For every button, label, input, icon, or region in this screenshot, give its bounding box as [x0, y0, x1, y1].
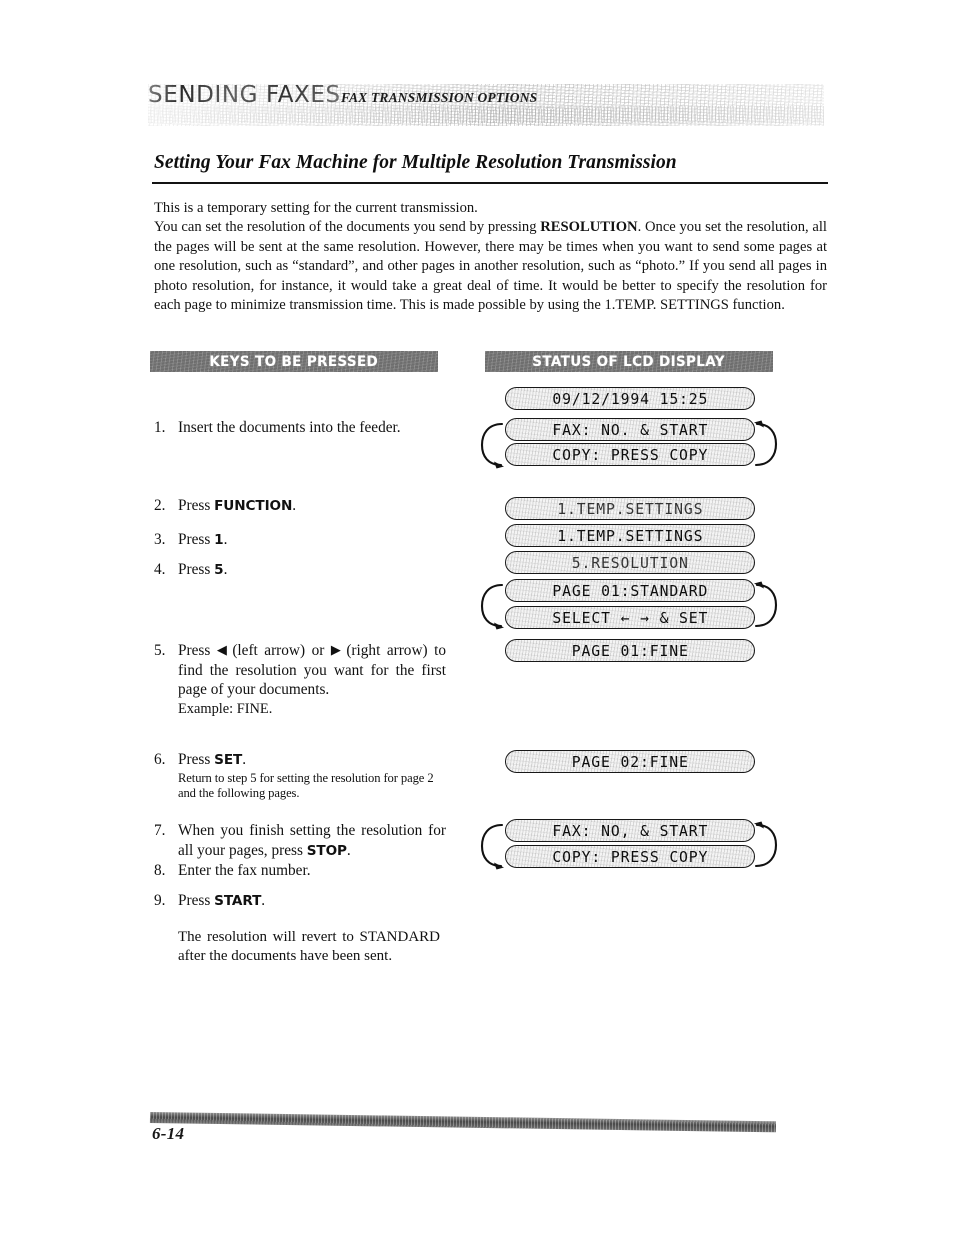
step-2-text: Press FUNCTION.: [178, 496, 446, 517]
header-title: SENDING FAXES: [148, 82, 341, 108]
intro-body: You can set the resolution of the docume…: [154, 218, 827, 315]
lcd-temp-settings-2: 1.TEMP.SETTINGS: [505, 524, 755, 547]
intro-line-1: This is a temporary setting for the curr…: [154, 200, 478, 216]
lcd-datetime-text: 09/12/1994 15:25: [552, 389, 708, 408]
closing-note: The resolution will revert to STANDARD a…: [178, 929, 440, 965]
step-5-seg-2: (left arrow) or: [225, 642, 331, 659]
resolution-key-name: RESOLUTION: [540, 219, 638, 236]
step-7-number: 7.: [154, 822, 166, 839]
lcd-resolution-menu-text: 5.RESOLUTION: [571, 553, 689, 572]
step-4-text: Press 5.: [178, 560, 446, 581]
step-5-example: Example: FINE.: [178, 700, 273, 717]
step-2-suffix: .: [292, 497, 297, 514]
lcd-fax-prompt-1-text: FAX: NO. & START: [552, 420, 708, 439]
step-7: 7. When you finish setting the resolutio…: [154, 821, 446, 861]
step-2-number: 2.: [154, 497, 166, 514]
key-5-label: 5: [214, 562, 224, 578]
step-9: 9. Press START.: [154, 891, 446, 912]
step-6-note: Return to step 5 for setting the resolut…: [178, 770, 434, 800]
function-key-label: FUNCTION: [214, 498, 293, 514]
lcd-column-header: STATUS OF LCD DISPLAY: [485, 351, 773, 372]
intro-body-pre: You can set the resolution of the docume…: [154, 219, 541, 236]
step-9-suffix: .: [261, 892, 266, 909]
lcd-page01-standard: PAGE 01:STANDARD: [505, 579, 755, 602]
step-6-text: Press SET.: [178, 750, 446, 771]
lcd-datetime: 09/12/1994 15:25: [505, 387, 755, 410]
step-9-number: 9.: [154, 892, 166, 909]
header-subtitle: FAX TRANSMISSION OPTIONS: [341, 90, 538, 105]
heading-divider: [152, 182, 828, 184]
intro-paragraph: This is a temporary setting for the curr…: [154, 199, 827, 315]
cycle-arrow-right-1: [752, 417, 782, 473]
lcd-copy-prompt-2-text: COPY: PRESS COPY: [552, 847, 708, 866]
step-3: 3. Press 1.: [154, 530, 446, 551]
step-1-text: Insert the documents into the feeder.: [178, 419, 401, 436]
page-title: Setting Your Fax Machine for Multiple Re…: [154, 152, 677, 173]
lcd-fax-prompt-2: FAX: NO, & START: [505, 819, 755, 842]
step-6: 6. Press SET. Return to step 5 for setti…: [154, 750, 446, 801]
cycle-arrow-left-3: [477, 818, 507, 874]
cycle-arrow-right-2: [752, 578, 782, 634]
key-1-label: 1: [214, 532, 224, 548]
step-8: 8. Enter the fax number.: [154, 861, 446, 881]
lcd-page01-fine-text: PAGE 01:FINE: [571, 641, 689, 660]
footer-divider: [149, 1112, 777, 1133]
lcd-copy-prompt-1: COPY: PRESS COPY: [505, 443, 755, 466]
lcd-copy-prompt-1-text: COPY: PRESS COPY: [552, 445, 708, 464]
lcd-page01-standard-text: PAGE 01:STANDARD: [552, 581, 708, 600]
lcd-copy-prompt-2: COPY: PRESS COPY: [505, 845, 755, 868]
step-6-number: 6.: [154, 751, 166, 768]
step-6-suffix: .: [242, 751, 247, 768]
step-9-text: Press START.: [178, 891, 446, 912]
step-3-suffix: .: [223, 531, 228, 548]
lcd-resolution-menu: 5.RESOLUTION: [505, 551, 755, 574]
step-5: 5. Press ◀ (left arrow) or ▶ (right arro…: [154, 641, 446, 719]
step-3-prefix: Press: [178, 531, 215, 548]
step-4-suffix: .: [223, 561, 228, 578]
step-8-text: Enter the fax number.: [178, 862, 311, 879]
stop-key-label: STOP: [306, 842, 347, 859]
set-key-label: SET: [214, 752, 243, 768]
start-key-label: START: [214, 893, 262, 909]
lcd-select-set: SELECT ← → & SET: [505, 606, 755, 629]
step-4-prefix: Press: [178, 561, 215, 578]
step-1: 1. Insert the documents into the feeder.: [154, 418, 446, 438]
step-5-seg-1: Press: [178, 642, 217, 659]
manual-page: SENDING FAXES FAX TRANSMISSION OPTIONS S…: [0, 0, 954, 1235]
step-5-text: Press ◀ (left arrow) or ▶ (right arrow) …: [178, 641, 446, 700]
step-9-prefix: Press: [178, 892, 215, 909]
step-3-number: 3.: [154, 531, 166, 548]
step-2: 2. Press FUNCTION.: [154, 496, 446, 517]
cycle-arrow-right-3: [752, 818, 782, 874]
lcd-select-set-text: SELECT ← → & SET: [552, 608, 708, 627]
step-4: 4. Press 5.: [154, 560, 446, 581]
step-8-number: 8.: [154, 862, 166, 879]
lcd-page02-fine-text: PAGE 02:FINE: [571, 752, 689, 771]
running-header: SENDING FAXES FAX TRANSMISSION OPTIONS: [148, 82, 824, 126]
step-2-prefix: Press: [178, 497, 215, 514]
lcd-fax-prompt-1: FAX: NO. & START: [505, 418, 755, 441]
step-5-number: 5.: [154, 642, 166, 659]
keys-column-header: KEYS TO BE PRESSED: [150, 351, 438, 372]
lcd-temp-settings-1: 1.TEMP.SETTINGS: [505, 497, 755, 520]
lcd-temp-settings-2-text: 1.TEMP.SETTINGS: [556, 526, 704, 545]
cycle-arrow-left-1: [477, 417, 507, 473]
lcd-page02-fine: PAGE 02:FINE: [505, 750, 755, 773]
keys-column-header-label: KEYS TO BE PRESSED: [209, 353, 379, 370]
lcd-column-header-label: STATUS OF LCD DISPLAY: [532, 353, 726, 370]
left-arrow-icon: ◀: [216, 642, 227, 657]
step-3-text: Press 1.: [178, 530, 446, 551]
lcd-fax-prompt-2-text: FAX: NO, & START: [552, 821, 708, 840]
step-6-prefix: Press: [178, 751, 215, 768]
step-7-text: When you finish setting the resolution f…: [178, 821, 446, 861]
step-4-number: 4.: [154, 561, 166, 578]
step-1-number: 1.: [154, 419, 166, 436]
cycle-arrow-left-2: [477, 578, 507, 634]
lcd-temp-settings-1-text: 1.TEMP.SETTINGS: [556, 499, 704, 518]
step-7-suffix: .: [346, 841, 351, 859]
right-arrow-icon: ▶: [330, 642, 341, 657]
lcd-page01-fine: PAGE 01:FINE: [505, 639, 755, 662]
page-number: 6-14: [152, 1124, 185, 1143]
